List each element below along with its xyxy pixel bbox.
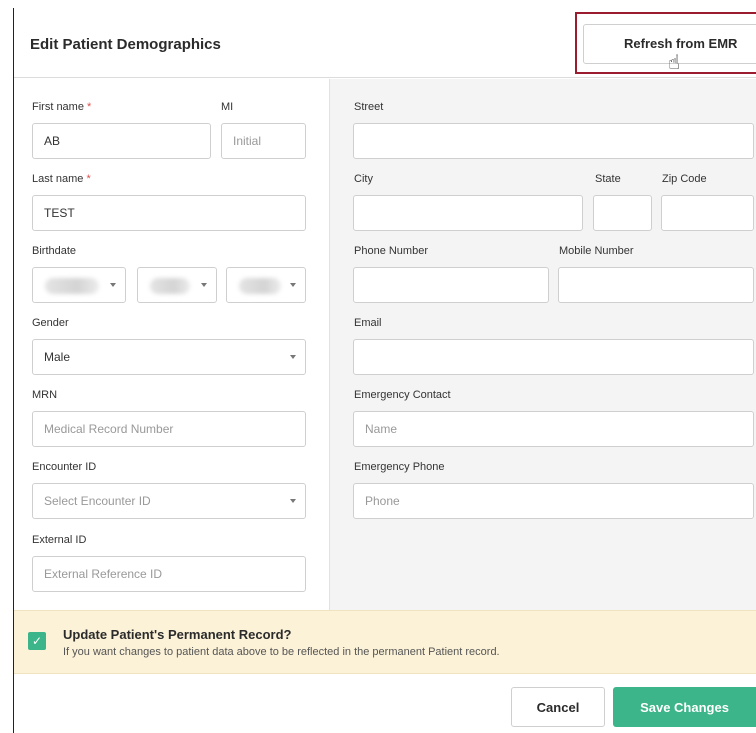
gender-label: Gender (32, 317, 69, 329)
phone-number-label: Phone Number (354, 245, 428, 257)
emergency-phone-label: Emergency Phone (354, 461, 445, 473)
first-name-input[interactable]: AB (32, 123, 211, 159)
chevron-down-icon (110, 283, 116, 287)
city-input[interactable] (353, 195, 583, 231)
gender-value: Male (44, 350, 71, 364)
pointer-cursor-icon: ☝ (668, 52, 681, 74)
mi-label: MI (221, 101, 234, 113)
email-input[interactable] (353, 339, 754, 375)
zip-code-input[interactable] (661, 195, 754, 231)
save-changes-button[interactable]: Save Changes (613, 687, 756, 727)
street-input[interactable] (353, 123, 754, 159)
mobile-number-label: Mobile Number (559, 245, 634, 257)
update-record-banner (14, 610, 756, 674)
emergency-phone-input[interactable]: Phone (353, 483, 754, 519)
last-name-label-text: Last name (32, 173, 84, 185)
last-name-input[interactable]: TEST (32, 195, 306, 231)
external-id-label: External ID (32, 534, 87, 546)
chevron-down-icon (201, 283, 207, 287)
encounter-id-label: Encounter ID (32, 461, 97, 473)
encounter-id-select[interactable]: Select Encounter ID (32, 483, 306, 519)
state-input[interactable] (593, 195, 652, 231)
required-marker: * (87, 101, 92, 113)
redacted-value (239, 278, 281, 294)
update-record-checkbox[interactable]: ✓ (28, 632, 46, 650)
phone-number-input[interactable] (353, 267, 549, 303)
mi-input[interactable]: Initial (221, 123, 306, 159)
state-label: State (595, 173, 621, 185)
chevron-down-icon (290, 283, 296, 287)
street-label: Street (354, 101, 384, 113)
chevron-down-icon (290, 355, 296, 359)
required-marker: * (86, 173, 91, 185)
modal-title: Edit Patient Demographics (30, 36, 221, 53)
last-name-label: Last name * (32, 173, 91, 185)
first-name-label: First name * (32, 101, 91, 113)
cancel-button[interactable]: Cancel (511, 687, 605, 727)
update-record-description: If you want changes to patient data abov… (63, 646, 500, 658)
encounter-id-placeholder: Select Encounter ID (44, 494, 151, 508)
first-name-label-text: First name (32, 101, 84, 113)
email-label: Email (354, 317, 382, 329)
birthdate-label: Birthdate (32, 245, 77, 257)
mobile-number-input[interactable] (558, 267, 754, 303)
birth-year-select[interactable] (226, 267, 306, 303)
mrn-label: MRN (32, 389, 58, 401)
mrn-input[interactable]: Medical Record Number (32, 411, 306, 447)
birth-month-select[interactable] (32, 267, 126, 303)
birth-day-select[interactable] (137, 267, 217, 303)
chevron-down-icon (290, 499, 296, 503)
redacted-value (45, 278, 99, 294)
emergency-contact-label: Emergency Contact (354, 389, 451, 401)
update-record-title: Update Patient's Permanent Record? (63, 627, 292, 642)
zip-code-label: Zip Code (662, 173, 707, 185)
emergency-contact-input[interactable]: Name (353, 411, 754, 447)
gender-select[interactable]: Male (32, 339, 306, 375)
external-id-input[interactable]: External Reference ID (32, 556, 306, 592)
city-label: City (354, 173, 373, 185)
redacted-value (150, 278, 190, 294)
